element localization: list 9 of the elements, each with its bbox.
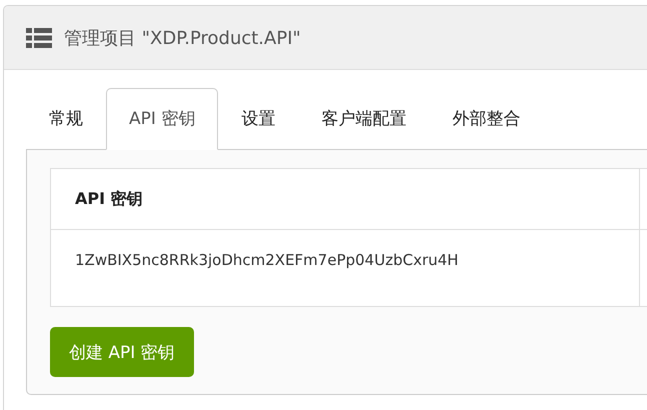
panel-title: 管理项目 "XDP.Product.API" — [64, 26, 301, 50]
tab[interactable]: 外部整合 — [429, 88, 544, 150]
list-icon — [26, 28, 52, 48]
table-cell: 1ZwBIX5nc8RRk3joDhcm2XEFm7ePp04UzbCxru4H — [50, 230, 640, 306]
tab[interactable]: 常规 — [26, 88, 106, 150]
column-header: API 密钥 — [50, 168, 640, 230]
tab[interactable]: API 密钥 — [106, 88, 218, 150]
tab[interactable]: 设置 — [218, 88, 298, 150]
tab[interactable]: 客户端配置 — [298, 88, 430, 150]
